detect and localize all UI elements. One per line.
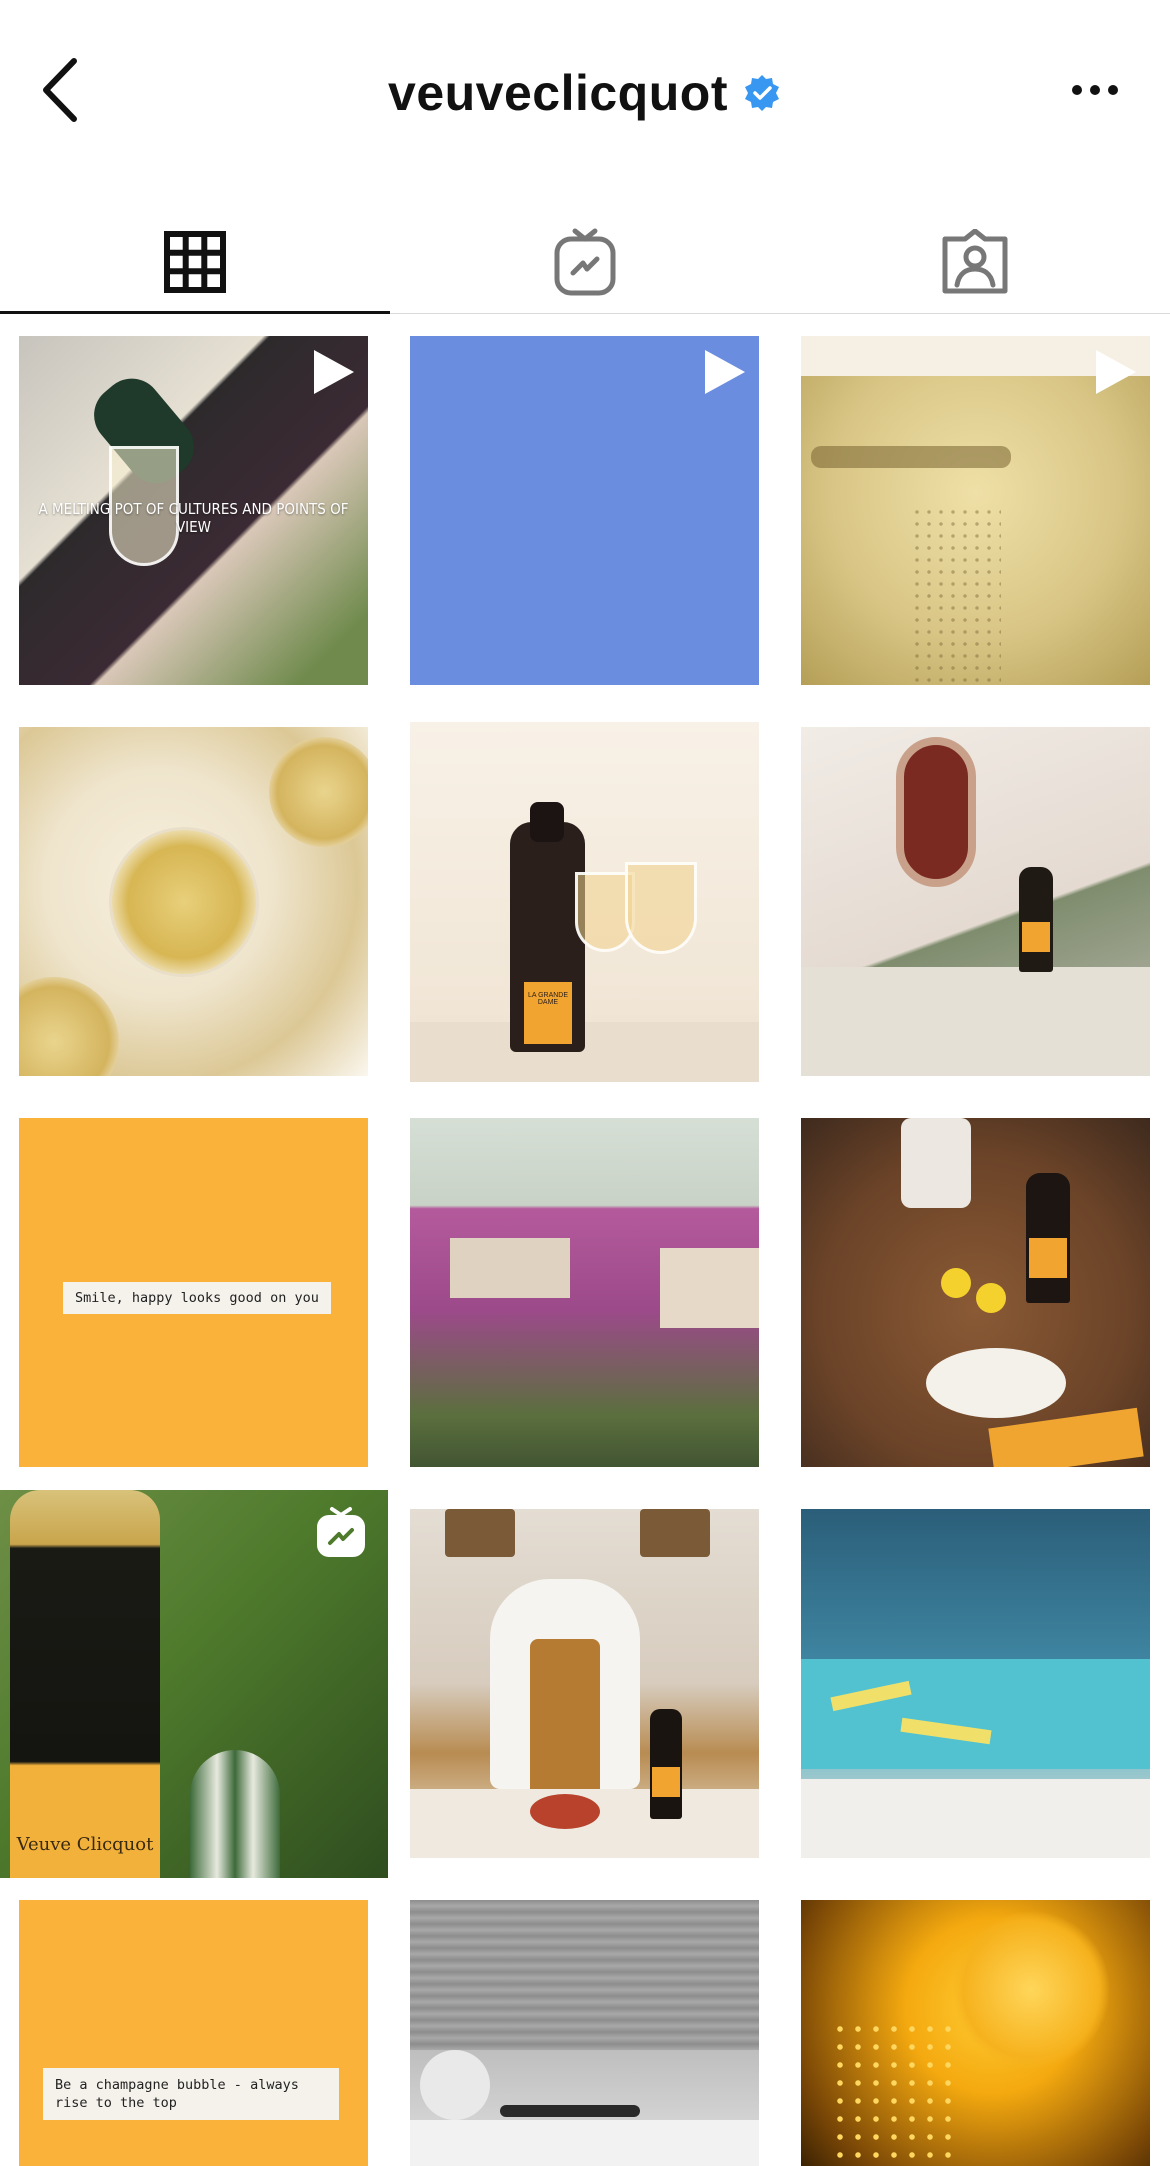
building-wall bbox=[660, 1248, 759, 1328]
bottle-label: Veuve Clicquot bbox=[16, 1834, 154, 1855]
lemon bbox=[976, 1283, 1006, 1313]
bottle-label: LA GRANDE DAME bbox=[524, 982, 572, 1044]
bottle-label bbox=[1029, 1238, 1067, 1278]
profile-header: veuveclicquot bbox=[0, 0, 1170, 190]
grid-post-13[interactable]: Be a champagne bubble - always rise to t… bbox=[19, 1900, 368, 2166]
champagne-bottle bbox=[1019, 867, 1053, 972]
flower-sprigs bbox=[831, 2020, 951, 2166]
bottle-label bbox=[1022, 922, 1050, 952]
grid-post-3[interactable] bbox=[801, 336, 1150, 685]
grid-post-15[interactable] bbox=[801, 1900, 1150, 2166]
bokeh-light bbox=[951, 1910, 1111, 2070]
grid-post-12[interactable] bbox=[801, 1509, 1150, 1858]
sunbathers bbox=[500, 2105, 640, 2117]
grid-icon bbox=[164, 230, 226, 293]
title-bar: veuveclicquot bbox=[0, 58, 1170, 128]
post-caption-sticker: Smile, happy looks good on you bbox=[63, 1282, 331, 1314]
grid-post-6[interactable] bbox=[801, 727, 1150, 1076]
tagged-user-icon bbox=[942, 228, 1008, 293]
reels-icon bbox=[317, 1507, 365, 1557]
balcony-ledge bbox=[801, 967, 1150, 1076]
grid-post-11[interactable] bbox=[410, 1509, 759, 1858]
lobster bbox=[530, 1794, 600, 1829]
bottle-label bbox=[652, 1767, 680, 1797]
pool-deck bbox=[801, 1779, 1150, 1858]
glass-top-view bbox=[19, 977, 119, 1076]
grid-post-7[interactable]: Smile, happy looks good on you bbox=[19, 1118, 368, 1467]
video-play-icon bbox=[1096, 350, 1136, 394]
sea bbox=[410, 1900, 759, 2050]
more-options-button[interactable] bbox=[1060, 70, 1130, 110]
tab-tagged[interactable] bbox=[780, 210, 1170, 313]
glass-top-view bbox=[109, 827, 259, 977]
video-play-icon bbox=[314, 350, 354, 394]
glass-shape bbox=[625, 862, 697, 954]
round-window bbox=[896, 737, 976, 887]
post-caption-sticker: Be a champagne bubble - always rise to t… bbox=[43, 2068, 339, 2120]
squash bbox=[190, 1750, 280, 1878]
grid-post-14[interactable] bbox=[410, 1900, 759, 2166]
bubble-cluster bbox=[811, 446, 1011, 468]
video-play-icon bbox=[705, 350, 745, 394]
tab-posts[interactable] bbox=[0, 210, 390, 314]
swimming-pool bbox=[801, 1659, 1150, 1769]
verified-badge-icon bbox=[744, 75, 779, 111]
grid-post-9[interactable] bbox=[801, 1118, 1150, 1467]
tab-igtv[interactable] bbox=[390, 210, 780, 313]
lemon bbox=[941, 1268, 971, 1298]
pendant-lamp bbox=[445, 1509, 515, 1557]
grid-post-2[interactable] bbox=[410, 336, 759, 685]
grid-post-5[interactable]: LA GRANDE DAME bbox=[410, 722, 759, 1082]
video-overlay-text: A MELTING POT OF CULTURES AND POINTS OF … bbox=[38, 500, 349, 536]
pendant-lamp bbox=[640, 1509, 710, 1557]
vase bbox=[901, 1118, 971, 1208]
profile-tabs bbox=[0, 210, 1170, 314]
grid-post-1[interactable]: A MELTING POT OF CULTURES AND POINTS OF … bbox=[19, 336, 368, 685]
bubble-trail bbox=[911, 506, 1001, 685]
grid-post-8[interactable] bbox=[410, 1118, 759, 1467]
plate bbox=[926, 1348, 1066, 1418]
apron bbox=[530, 1639, 600, 1799]
profile-username: veuveclicquot bbox=[388, 65, 728, 121]
building-wall bbox=[450, 1238, 570, 1298]
stone-sphere bbox=[420, 2050, 490, 2120]
more-horizontal-icon bbox=[1072, 85, 1118, 95]
igtv-icon bbox=[554, 228, 616, 295]
grid-post-4[interactable] bbox=[19, 727, 368, 1076]
grid-post-10[interactable]: Veuve Clicquot bbox=[0, 1490, 388, 1878]
champagne-bottle bbox=[10, 1490, 160, 1878]
glass-top-view bbox=[269, 737, 368, 847]
champagne-bottle bbox=[650, 1709, 682, 1819]
balustrade bbox=[410, 2120, 759, 2166]
bottle-neck bbox=[530, 802, 564, 842]
